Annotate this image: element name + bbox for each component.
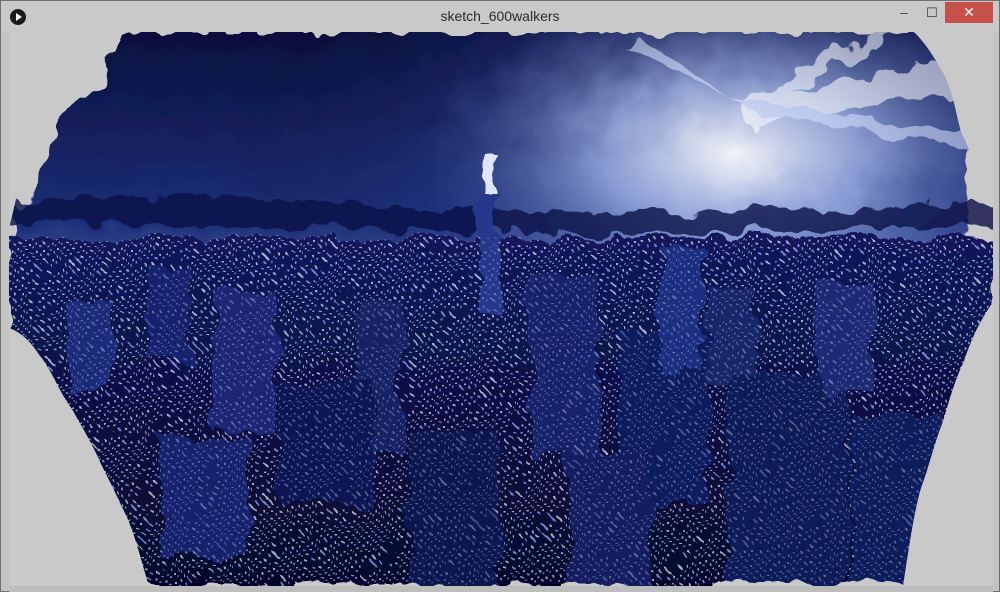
close-button[interactable]: ✕ [945, 2, 993, 23]
app-window: sketch_600walkers – ☐ ✕ [0, 0, 1000, 592]
city-render [9, 32, 993, 586]
window-title: sketch_600walkers [440, 8, 560, 24]
minimize-button[interactable]: – [889, 2, 919, 23]
sketch-canvas[interactable] [9, 32, 993, 586]
maximize-button[interactable]: ☐ [919, 2, 945, 23]
scene-mask [9, 32, 993, 586]
window-border-bottom [9, 586, 993, 592]
title-bar[interactable]: sketch_600walkers – ☐ ✕ [1, 1, 999, 32]
